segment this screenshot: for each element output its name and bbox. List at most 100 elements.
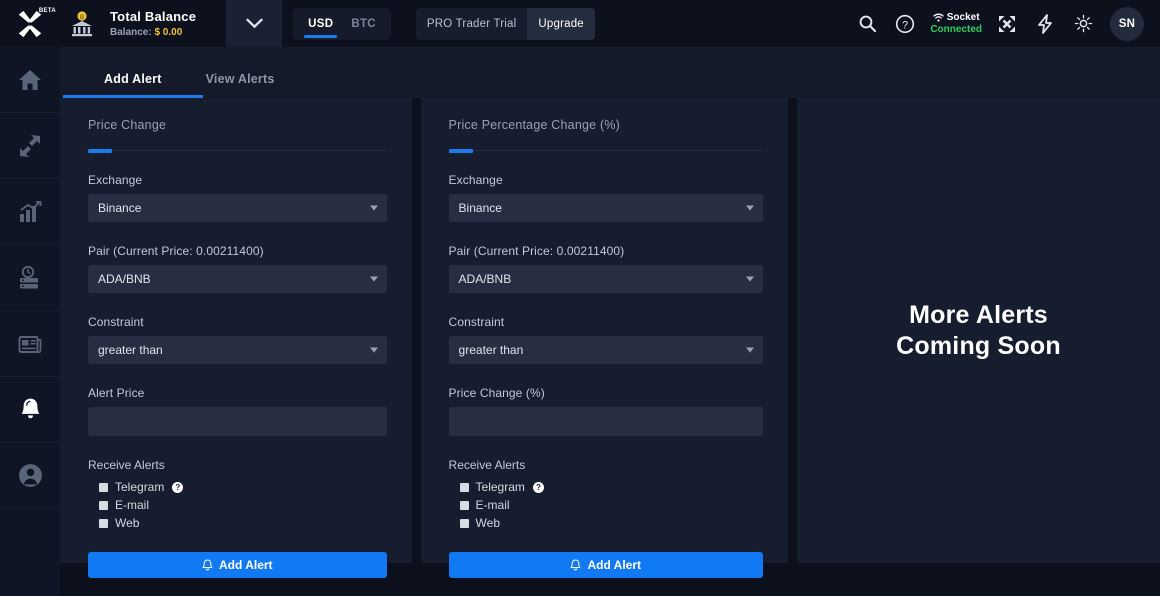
balance-prefix: Balance: (110, 27, 152, 38)
search-svg (859, 15, 876, 33)
checkbox-telegram[interactable] (459, 482, 469, 492)
upgrade-button[interactable]: Upgrade (527, 7, 595, 40)
pair-select-value: ADA/BNB (458, 272, 512, 286)
price-change-percent-input[interactable] (448, 407, 763, 436)
x-star-logo-icon: BETA (15, 8, 56, 39)
pair-select[interactable]: ADA/BNB (448, 265, 763, 293)
app-logo[interactable]: BETA (0, 0, 60, 47)
tab-bar: Add Alert View Alerts (60, 47, 1160, 98)
sidebar-item-alerts[interactable] (0, 377, 60, 443)
sidebar-item-exchange[interactable] (0, 113, 60, 179)
channel-email-label: E-mail (115, 498, 150, 512)
brightness-icon[interactable] (1064, 0, 1102, 47)
exchange-select-value: Binance (458, 201, 502, 215)
chevron-down-icon (369, 347, 378, 353)
add-alert-button[interactable]: Add Alert (88, 552, 387, 578)
bell-icon (202, 559, 213, 571)
channel-web-label: Web (475, 516, 501, 530)
channel-telegram-row[interactable]: Telegram ? (88, 478, 387, 496)
tab-view-alerts[interactable]: View Alerts (206, 72, 275, 98)
history-server-icon (20, 265, 38, 288)
constraint-select[interactable]: greater than (88, 336, 387, 364)
user-icon (18, 464, 42, 487)
pair-select-value: ADA/BNB (98, 272, 151, 286)
currency-option-usd[interactable]: USD (299, 8, 342, 40)
card-title-rule (448, 148, 763, 153)
socket-status: Socket Connected (924, 12, 988, 35)
channel-telegram-row[interactable]: Telegram ? (449, 478, 763, 496)
sidebar-item-home[interactable] (0, 47, 60, 113)
card-title-rule (88, 148, 387, 153)
channel-email-label: E-mail (475, 498, 510, 512)
chevron-down-icon (369, 276, 378, 282)
svg-text:?: ? (902, 19, 908, 31)
checkbox-telegram[interactable] (99, 482, 108, 492)
coming-soon-text: More Alerts Coming Soon (896, 300, 1061, 362)
checkbox-web[interactable] (99, 518, 108, 528)
price-change-card: Price Change Exchange Binance Pair (Curr… (60, 98, 412, 578)
bar-chart-icon (20, 200, 42, 222)
bank-coin-icon[interactable]: B (60, 10, 104, 37)
coming-soon-line1: More Alerts (909, 300, 1048, 329)
pair-select[interactable]: ADA/BNB (88, 265, 387, 293)
sidebar-item-news[interactable] (0, 311, 60, 377)
lightning-svg (1038, 13, 1052, 34)
alert-price-input[interactable] (88, 407, 387, 436)
currency-toggle[interactable]: USD BTC (293, 7, 391, 40)
price-change-card-title: Price Change (88, 118, 167, 132)
add-alert-button-wrap: Add Alert (448, 552, 763, 578)
checkbox-email[interactable] (459, 500, 469, 510)
socket-connected-status: Connected (930, 24, 982, 35)
exchange-select[interactable]: Binance (448, 194, 763, 222)
header-actions: ? Socket Connected SN (848, 0, 1160, 47)
sidebar-item-history[interactable] (0, 245, 60, 311)
channel-telegram-label: Telegram (115, 480, 165, 494)
bell-icon (21, 398, 39, 419)
bell-icon (570, 559, 582, 571)
add-alert-button-wrap: Add Alert (88, 552, 387, 578)
price-percentage-change-card: Price Percentage Change (%) Exchange Bin… (420, 98, 788, 578)
avatar[interactable]: SN (1110, 6, 1144, 41)
svg-text:B: B (80, 15, 85, 21)
channel-web-row[interactable]: Web (88, 514, 387, 532)
search-icon[interactable] (848, 0, 886, 47)
channel-web-label: Web (115, 516, 140, 530)
constraint-select[interactable]: greater than (448, 336, 763, 364)
chevron-down-icon (745, 347, 754, 353)
exchange-select-value: Binance (98, 201, 142, 215)
help-icon[interactable]: ? (886, 0, 924, 47)
pro-trader-trial-label: PRO Trader Trial (426, 17, 517, 30)
balance-block: Total Balance Balance: $ 0.00 (104, 9, 196, 38)
currency-option-btc[interactable]: BTC (342, 8, 385, 40)
constraint-label: Constraint (88, 315, 144, 329)
pro-trader-box: PRO Trader Trial Upgrade (415, 7, 595, 40)
checkbox-email[interactable] (99, 500, 108, 510)
sidebar-item-charts[interactable] (0, 179, 60, 245)
pair-label: Pair (Current Price: 0.00211400) (88, 244, 264, 258)
exchange-label: Exchange (448, 173, 503, 187)
chevron-down-icon (246, 18, 263, 29)
checkbox-web[interactable] (459, 518, 469, 528)
fullscreen-icon[interactable] (988, 0, 1026, 47)
channel-email-row[interactable]: E-mail (88, 496, 387, 514)
tab-add-alert[interactable]: Add Alert (63, 72, 202, 98)
exchange-label: Exchange (88, 173, 143, 187)
chevron-down-icon (745, 276, 754, 282)
telegram-help-icon[interactable]: ? (532, 481, 544, 493)
channel-telegram-label: Telegram (475, 480, 525, 494)
help-svg: ? (896, 14, 915, 33)
telegram-help-icon[interactable]: ? (172, 481, 184, 493)
chevron-down-icon (745, 205, 754, 211)
wifi-icon (933, 13, 944, 22)
receive-alerts-label: Receive Alerts (88, 458, 165, 472)
lightning-icon[interactable] (1026, 0, 1064, 47)
balance-subline: Balance: $ 0.00 (110, 27, 196, 38)
beta-badge: BETA (38, 7, 56, 14)
balance-dropdown-button[interactable] (226, 0, 283, 47)
exchange-select[interactable]: Binance (88, 194, 387, 222)
add-alert-button[interactable]: Add Alert (448, 552, 763, 578)
channel-email-row[interactable]: E-mail (449, 496, 763, 514)
home-icon (19, 69, 41, 90)
sidebar-item-account[interactable] (0, 443, 60, 509)
channel-web-row[interactable]: Web (449, 514, 763, 532)
